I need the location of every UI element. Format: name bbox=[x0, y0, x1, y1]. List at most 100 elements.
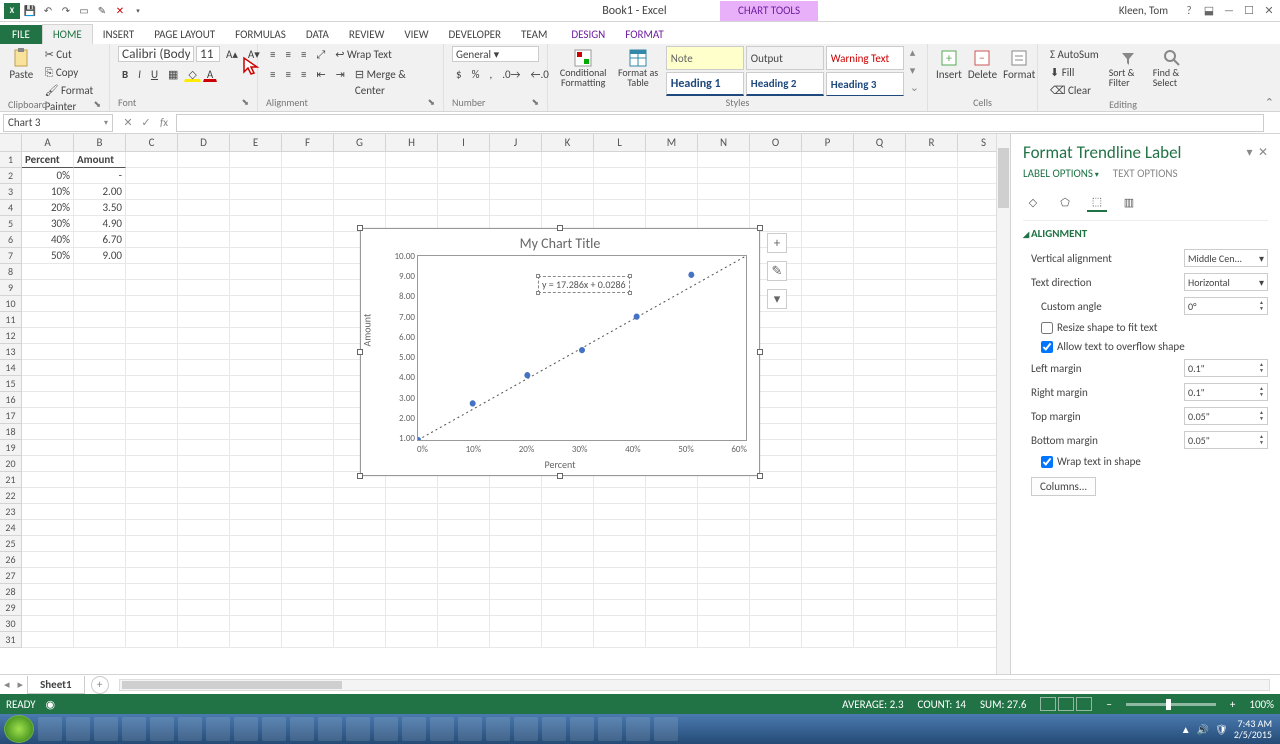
cell[interactable]: 50% bbox=[22, 248, 74, 264]
cell[interactable] bbox=[230, 264, 282, 280]
tab-home[interactable]: HOME bbox=[42, 24, 93, 45]
taskbar-app[interactable] bbox=[402, 717, 426, 741]
insert-cells-button[interactable]: +Insert bbox=[936, 46, 962, 81]
cell[interactable] bbox=[230, 600, 282, 616]
cell[interactable] bbox=[854, 264, 906, 280]
cell[interactable] bbox=[22, 488, 74, 504]
cell[interactable] bbox=[126, 456, 178, 472]
save-icon[interactable]: 💾 bbox=[22, 3, 38, 19]
cell[interactable] bbox=[386, 616, 438, 632]
cut-button[interactable]: ✂ Cut bbox=[41, 46, 101, 62]
underline-button[interactable]: U bbox=[147, 66, 162, 82]
style-output[interactable]: Output bbox=[746, 46, 824, 70]
format-cells-button[interactable]: Format bbox=[1003, 46, 1035, 81]
cell[interactable] bbox=[906, 392, 958, 408]
bold-button[interactable]: B bbox=[118, 66, 132, 82]
row-header[interactable]: 23 bbox=[0, 504, 22, 520]
cell[interactable] bbox=[178, 152, 230, 168]
cell[interactable] bbox=[906, 504, 958, 520]
cell[interactable] bbox=[386, 552, 438, 568]
cell[interactable] bbox=[906, 632, 958, 648]
cell[interactable] bbox=[74, 344, 126, 360]
start-button[interactable] bbox=[4, 715, 34, 743]
delete-cells-button[interactable]: −Delete bbox=[968, 46, 997, 81]
cell[interactable] bbox=[178, 344, 230, 360]
cell[interactable] bbox=[126, 280, 178, 296]
ribbon-options-icon[interactable]: ⬓ bbox=[1202, 4, 1216, 17]
cell[interactable] bbox=[22, 600, 74, 616]
cell[interactable] bbox=[906, 168, 958, 184]
cell[interactable] bbox=[22, 376, 74, 392]
cell[interactable] bbox=[282, 248, 334, 264]
cell[interactable] bbox=[178, 600, 230, 616]
cell[interactable] bbox=[334, 488, 386, 504]
effects-icon[interactable]: ⬠ bbox=[1055, 192, 1075, 212]
cell[interactable] bbox=[386, 152, 438, 168]
cell[interactable] bbox=[178, 312, 230, 328]
horizontal-scrollbar[interactable] bbox=[119, 679, 1270, 691]
valign-dropdown[interactable]: Middle Cen...▾ bbox=[1184, 249, 1268, 267]
cell[interactable] bbox=[542, 184, 594, 200]
cell[interactable] bbox=[74, 296, 126, 312]
cell[interactable] bbox=[386, 584, 438, 600]
cell[interactable] bbox=[230, 216, 282, 232]
cell[interactable] bbox=[178, 504, 230, 520]
cell[interactable] bbox=[594, 504, 646, 520]
cell[interactable] bbox=[854, 328, 906, 344]
cell[interactable] bbox=[698, 600, 750, 616]
cell[interactable] bbox=[22, 344, 74, 360]
cell[interactable] bbox=[906, 280, 958, 296]
cell[interactable] bbox=[178, 200, 230, 216]
merge-center-button[interactable]: ⊟ Merge & Center bbox=[351, 66, 435, 82]
cell[interactable] bbox=[230, 408, 282, 424]
cell[interactable] bbox=[334, 152, 386, 168]
qat-btn[interactable]: ▭ bbox=[76, 3, 92, 19]
styles-scroll-down-icon[interactable]: ▾ bbox=[910, 64, 919, 77]
cell[interactable] bbox=[802, 408, 854, 424]
cell[interactable] bbox=[750, 184, 802, 200]
cell[interactable] bbox=[906, 344, 958, 360]
cell[interactable] bbox=[646, 488, 698, 504]
columns-button[interactable]: Columns... bbox=[1031, 477, 1096, 496]
subtab-label-options[interactable]: LABEL OPTIONS bbox=[1023, 167, 1099, 180]
cell[interactable] bbox=[334, 504, 386, 520]
cell[interactable] bbox=[698, 520, 750, 536]
style-note[interactable]: Note bbox=[666, 46, 744, 70]
cell[interactable] bbox=[750, 552, 802, 568]
row-header[interactable]: 15 bbox=[0, 376, 22, 392]
cell[interactable] bbox=[646, 504, 698, 520]
cell[interactable] bbox=[74, 552, 126, 568]
cell[interactable] bbox=[230, 616, 282, 632]
cell[interactable] bbox=[282, 312, 334, 328]
cell[interactable] bbox=[802, 600, 854, 616]
cell[interactable] bbox=[750, 600, 802, 616]
cell[interactable] bbox=[438, 584, 490, 600]
cell[interactable] bbox=[230, 280, 282, 296]
cell[interactable] bbox=[282, 376, 334, 392]
zoom-level[interactable]: 100% bbox=[1249, 698, 1274, 711]
cell[interactable] bbox=[854, 232, 906, 248]
right-margin-spinner[interactable]: 0.1"▲▼ bbox=[1184, 383, 1268, 401]
minimize-icon[interactable]: — bbox=[1222, 4, 1236, 17]
cell[interactable] bbox=[854, 280, 906, 296]
style-warning[interactable]: Warning Text bbox=[826, 46, 904, 70]
zoom-slider[interactable] bbox=[1126, 703, 1216, 706]
cell[interactable] bbox=[750, 200, 802, 216]
cell[interactable] bbox=[646, 584, 698, 600]
cell[interactable] bbox=[750, 168, 802, 184]
cell[interactable] bbox=[282, 280, 334, 296]
cell[interactable] bbox=[282, 200, 334, 216]
cell[interactable] bbox=[542, 600, 594, 616]
cell[interactable] bbox=[802, 456, 854, 472]
tab-file[interactable]: FILE bbox=[0, 25, 42, 44]
cell[interactable]: 10% bbox=[22, 184, 74, 200]
row-header[interactable]: 4 bbox=[0, 200, 22, 216]
cell[interactable] bbox=[282, 264, 334, 280]
cell[interactable] bbox=[802, 488, 854, 504]
cell[interactable] bbox=[386, 488, 438, 504]
cell[interactable] bbox=[22, 280, 74, 296]
cell[interactable] bbox=[230, 376, 282, 392]
taskbar-app[interactable] bbox=[94, 717, 118, 741]
cell[interactable] bbox=[126, 552, 178, 568]
cell[interactable] bbox=[750, 520, 802, 536]
